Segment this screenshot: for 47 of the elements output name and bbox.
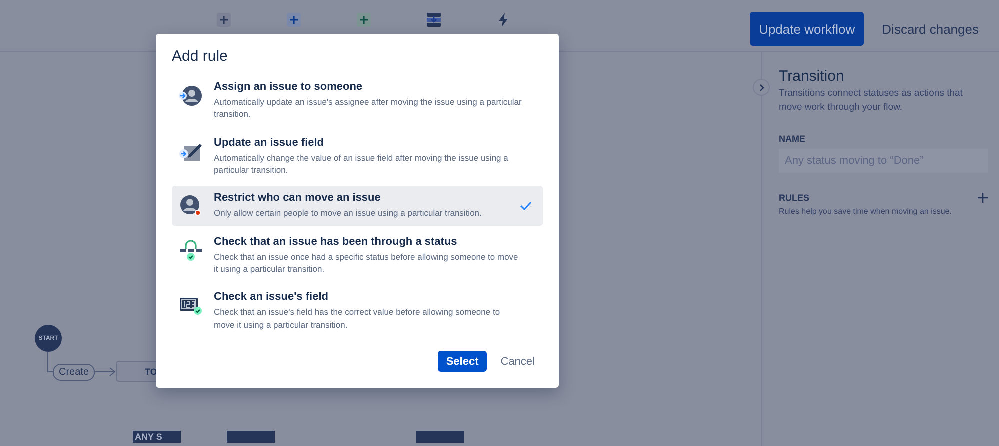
field-label: NAME [779, 134, 806, 144]
check-icon [519, 200, 533, 211]
rule-option[interactable]: Check that an issue has been through a status Check that an issue once had a specific status before allowing someone to move it using a particular transition. [172, 230, 543, 282]
lightning-icon [498, 13, 510, 27]
toolbar-tool[interactable] [286, 11, 302, 29]
option-title: Check that an issue has been through a status [214, 236, 458, 248]
toolbar-tool[interactable] [356, 11, 372, 29]
collapse-panel-button[interactable] [753, 79, 770, 96]
field-check-icon [179, 295, 203, 318]
rule-option[interactable]: Assign an issue to someone Automatically update an issue's assignee after moving the issue using a particular transition. [172, 75, 543, 127]
transition-label: Create [53, 364, 96, 381]
add-icon[interactable] [978, 192, 988, 203]
option-description: Only allow certain people to move an issue using a particular transition. [214, 207, 483, 220]
assign-user-icon [179, 85, 203, 107]
plus-icon [217, 13, 231, 27]
section-label: RULES [779, 192, 810, 203]
panel-title: Transition [779, 68, 846, 85]
option-description: Check that an issue once had a specific status before allowing someone to move it using a particular transition. [214, 250, 520, 276]
toolbar-tool[interactable] [426, 11, 442, 29]
discard-changes-button[interactable]: Discard changes [872, 16, 989, 42]
connector-line [48, 352, 54, 372]
option-description: Automatically change the value of an issue field after moving the issue using a particular transition. [214, 152, 510, 176]
panel-description: Transitions connect statuses as actions that move work through your flow. [779, 87, 964, 115]
dialog-title: Add rule [172, 48, 229, 65]
option-title: Check an issue's field [214, 291, 330, 304]
status-node: ANY S [133, 431, 181, 443]
status-check-icon [179, 240, 203, 262]
cancel-button[interactable]: Cancel [492, 351, 543, 372]
plus-icon [357, 13, 371, 27]
rule-option[interactable]: Check an issue's field Check that an issue's field has the correct value before allowing someone to move it using a particular transition. [172, 285, 543, 337]
rule-option[interactable]: Update an issue field Automatically change the value of an issue field after moving the issue using a particular transition. [172, 130, 543, 182]
status-node [416, 431, 464, 443]
option-description: Check that an issue's field has the correct value before allowing someone to move it using a particular transition. [214, 306, 502, 331]
status-node [227, 431, 275, 443]
toolbar-tool[interactable] [216, 11, 232, 29]
rule-option[interactable]: Restrict who can move an issue Only allow certain people to move an issue using a particular transition. [172, 186, 543, 226]
option-title: Assign an issue to someone [214, 81, 364, 93]
option-description: Automatically update an issue's assignee after moving the issue using a particular transition. [214, 96, 523, 121]
restricted-user-icon [180, 194, 202, 217]
plus-icon [287, 13, 301, 27]
transition-icon [427, 13, 441, 27]
rules-hint: Rules help you save time when moving an issue. [779, 206, 953, 216]
option-title: Restrict who can move an issue [214, 192, 382, 204]
option-title: Update an issue field [214, 136, 326, 149]
update-workflow-button[interactable]: Update workflow [750, 12, 864, 46]
chevron-icon [758, 84, 764, 92]
select-button[interactable]: Select [438, 351, 487, 372]
